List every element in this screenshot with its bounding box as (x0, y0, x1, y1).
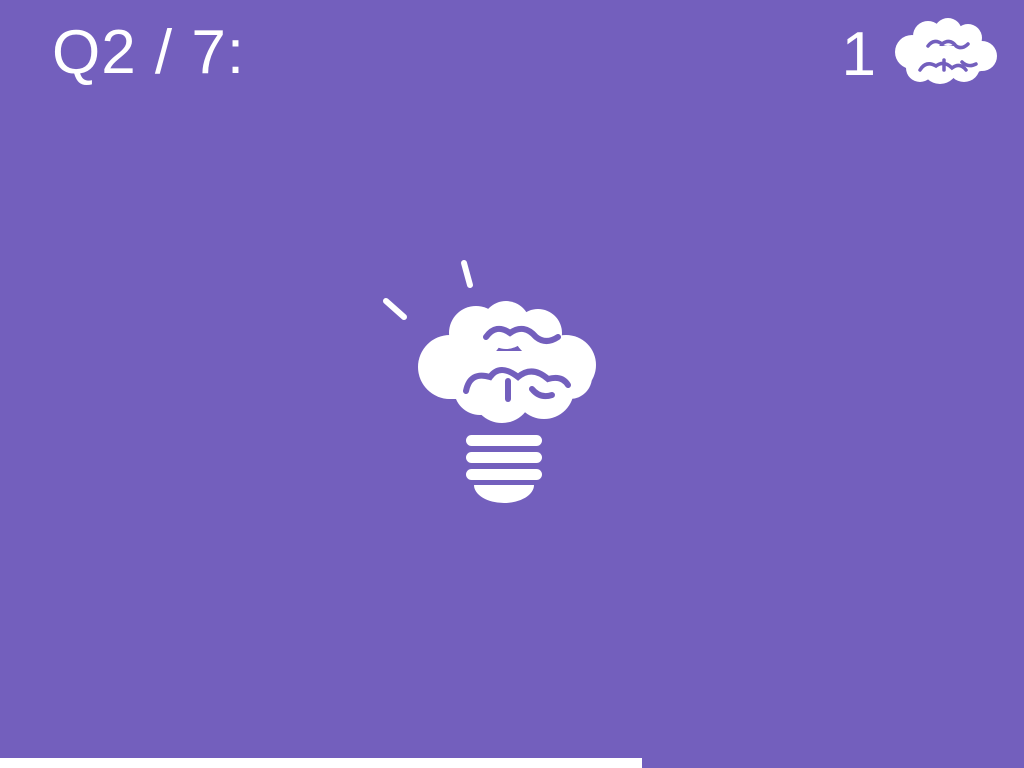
progress-fill (0, 758, 643, 768)
bulb-base (466, 435, 542, 503)
score-display: 1 (842, 14, 1000, 90)
bulb-brain (418, 301, 596, 423)
score-value: 1 (841, 20, 876, 89)
brain-icon (895, 18, 997, 84)
spark-line-left (383, 298, 407, 320)
spark-line-top (461, 260, 473, 288)
progress-bar (0, 758, 1024, 768)
question-counter: Q2 / 7: (52, 18, 246, 87)
lightbulb-brain-icon (383, 260, 596, 503)
